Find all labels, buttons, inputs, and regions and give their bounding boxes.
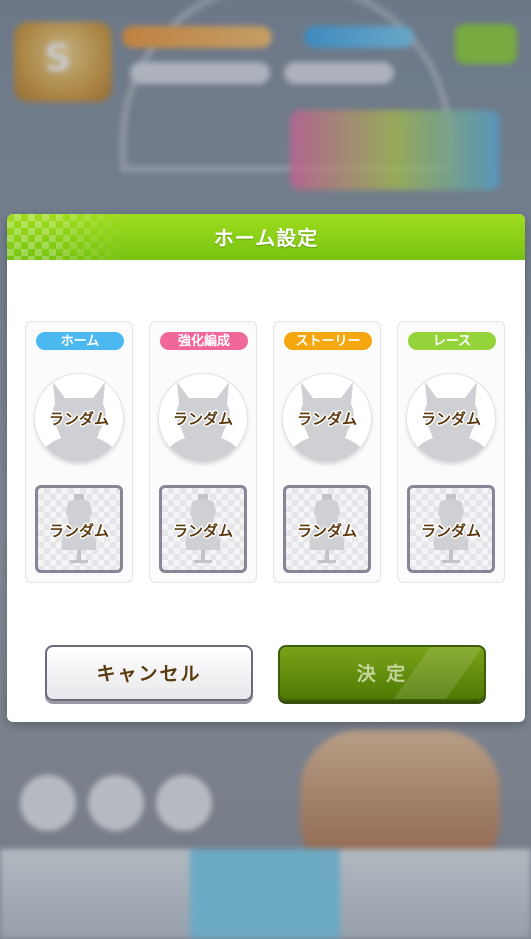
slot-tag: 強化編成 xyxy=(160,332,248,350)
outfit-select-button[interactable]: ランダム xyxy=(283,485,371,573)
slot-list: ホーム ランダム ランダム 強化編成 ランダム ランダム ストーリー ランダム … xyxy=(25,321,507,583)
slot-story: ストーリー ランダム ランダム xyxy=(273,321,381,583)
random-label: ランダム xyxy=(172,522,233,540)
random-label: ランダム xyxy=(48,522,109,540)
home-settings-dialog: ホーム設定 ホーム ランダム ランダム 強化編成 ランダム ランダム ストーリー… xyxy=(7,214,525,722)
slot-tag: ストーリー xyxy=(284,332,372,350)
cancel-button[interactable]: キャンセル xyxy=(45,645,253,701)
character-select-button[interactable]: ランダム xyxy=(283,374,371,462)
random-label: ランダム xyxy=(296,522,357,540)
slot-tag: ホーム xyxy=(36,332,124,350)
random-label: ランダム xyxy=(48,410,109,428)
random-label: ランダム xyxy=(296,410,357,428)
slot-race: レース ランダム ランダム xyxy=(397,321,505,583)
outfit-select-button[interactable]: ランダム xyxy=(407,485,495,573)
random-label: ランダム xyxy=(172,410,233,428)
dialog-title: ホーム設定 xyxy=(213,226,319,250)
slot-tag: レース xyxy=(408,332,496,350)
dialog-header: ホーム設定 xyxy=(7,214,525,260)
random-label: ランダム xyxy=(420,522,481,540)
outfit-select-button[interactable]: ランダム xyxy=(159,485,247,573)
slot-home: ホーム ランダム ランダム xyxy=(25,321,133,583)
character-select-button[interactable]: ランダム xyxy=(159,374,247,462)
outfit-select-button[interactable]: ランダム xyxy=(35,485,123,573)
character-select-button[interactable]: ランダム xyxy=(35,374,123,462)
confirm-button[interactable]: 決 定 xyxy=(278,645,486,701)
slot-training-team: 強化編成 ランダム ランダム xyxy=(149,321,257,583)
character-select-button[interactable]: ランダム xyxy=(407,374,495,462)
random-label: ランダム xyxy=(420,410,481,428)
